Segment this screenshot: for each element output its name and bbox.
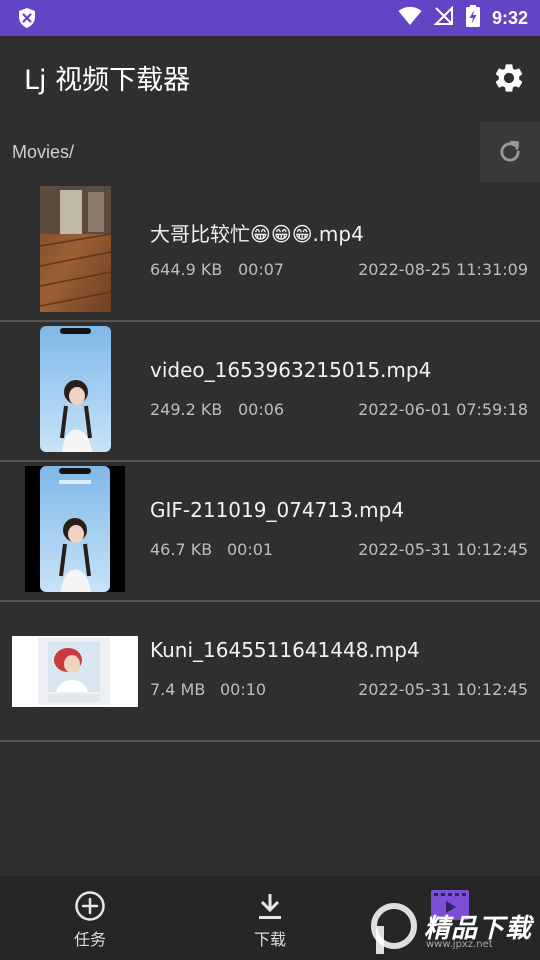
file-duration: 00:06 [238,400,285,419]
gear-icon [495,64,523,92]
file-list: 大哥比较忙😁😁😁.mp4 644.9 KB 00:07 2022-08-25 1… [0,182,540,742]
watermark: 精品下载 www.jpxz.net [366,900,536,956]
battery-charging-icon [465,5,480,31]
file-name: video_1653963215015.mp4 [150,358,432,382]
refresh-button[interactable] [480,122,540,182]
video-thumbnail [25,466,125,592]
status-bar: 9:32 [0,0,540,36]
file-date: 2022-05-31 10:12:45 [358,540,528,559]
nav-download[interactable]: 下载 [210,876,330,960]
file-row[interactable]: 大哥比较忙😁😁😁.mp4 644.9 KB 00:07 2022-08-25 1… [0,182,540,322]
nav-tasks-label: 任务 [73,930,106,949]
file-duration: 00:10 [220,680,267,699]
file-name: GIF-211019_074713.mp4 [150,498,405,522]
shield-x-icon [16,7,38,33]
file-size: 7.4 MB [150,680,206,699]
video-thumbnail [12,636,138,707]
refresh-icon [500,140,520,162]
app-bar: Lj 视频下载器 [0,36,540,122]
status-time: 9:32 [491,7,528,28]
file-duration: 00:01 [227,540,274,559]
file-date: 2022-06-01 07:59:18 [358,400,528,419]
video-thumbnail [40,186,111,312]
file-name: 大哥比较忙😁😁😁.mp4 [150,222,364,246]
no-signal-icon [433,5,454,30]
file-row[interactable]: video_1653963215015.mp4 249.2 KB 00:06 2… [0,322,540,462]
file-date: 2022-05-31 10:12:45 [358,680,528,699]
watermark-url: www.jpxz.net [426,939,493,950]
watermark-logo [371,903,417,954]
video-thumbnail [40,326,111,452]
file-date: 2022-08-25 11:31:09 [358,260,528,279]
settings-button[interactable] [492,61,526,95]
file-size: 644.9 KB [150,260,223,279]
wifi-icon [398,6,422,30]
nav-download-label: 下载 [253,930,286,949]
app-title: Lj 视频下载器 [24,65,191,96]
file-name: Kuni_1645511641448.mp4 [150,638,420,662]
add-circle-icon [75,891,105,921]
path-bar: Movies/ [0,122,540,182]
file-row[interactable]: Kuni_1645511641448.mp4 7.4 MB 00:10 2022… [0,602,540,742]
file-size: 46.7 KB [150,540,213,559]
current-path: Movies/ [12,142,75,162]
download-icon [259,894,281,919]
file-row[interactable]: GIF-211019_074713.mp4 46.7 KB 00:01 2022… [0,462,540,602]
nav-tasks[interactable]: 任务 [30,876,150,960]
file-size: 249.2 KB [150,400,223,419]
file-duration: 00:07 [238,260,285,279]
